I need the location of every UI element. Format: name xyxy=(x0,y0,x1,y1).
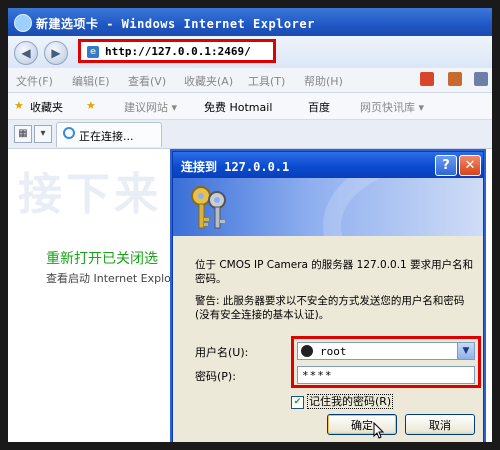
username-label: 用户名(U): xyxy=(195,346,249,359)
browser-frame: 新建选项卡 - Windows Internet Explorer ◀ ▶ e … xyxy=(8,8,492,442)
menu-help[interactable]: 帮助(H) xyxy=(304,73,343,89)
dropdown-icon[interactable]: ▼ xyxy=(457,343,474,359)
dialog-title-bar[interactable]: 连接到 127.0.0.1 ? ✕ xyxy=(173,152,483,178)
page-watermark: 接下来 xyxy=(18,169,162,220)
home-icon[interactable] xyxy=(420,72,434,86)
close-button[interactable]: ✕ xyxy=(459,155,481,176)
page-menu-icon[interactable] xyxy=(474,72,488,86)
tab-list-icon[interactable]: ▾ xyxy=(34,125,52,143)
ie-icon xyxy=(14,14,32,32)
remember-password-label: 记住我的密码(R) xyxy=(307,394,394,409)
mouse-cursor-icon xyxy=(373,422,385,439)
dialog-title: 连接到 127.0.0.1 xyxy=(181,160,290,174)
loading-icon xyxy=(63,127,75,139)
print-icon[interactable] xyxy=(448,72,462,86)
add-favorite-icon[interactable]: ★ xyxy=(86,99,96,112)
auth-message: 位于 CMOS IP Camera 的服务器 127.0.0.1 要求用户名和密… xyxy=(195,259,474,285)
favorites-bar: ★ 收藏夹 ★ 建议网站 ▾ 免费 Hotmail 百度 网页快讯库 ▾ xyxy=(8,93,492,120)
menu-file[interactable]: 文件(F) xyxy=(16,73,53,89)
fav-item-hotmail[interactable]: 免费 Hotmail xyxy=(204,99,272,115)
checkbox-checked-icon[interactable]: ✔ xyxy=(291,395,304,409)
password-field[interactable]: **** xyxy=(297,366,475,384)
auth-warning: 警告: 此服务器要求以不安全的方式发送您的用户名和密码(没有安全连接的基本认证)… xyxy=(195,295,465,321)
keys-icon xyxy=(191,186,226,229)
banner-decoration xyxy=(323,178,483,236)
resume-session-text[interactable]: 查看启动 Internet Explor xyxy=(46,270,175,286)
tab-row: ▦ ▾ 正在连接... xyxy=(8,120,492,149)
window-title: 新建选项卡 - Windows Internet Explorer xyxy=(36,17,315,31)
quick-tabs-icon[interactable]: ▦ xyxy=(14,125,32,143)
username-field[interactable]: root ▼ xyxy=(297,342,475,360)
fav-item-suggested[interactable]: 建议网站 ▾ xyxy=(124,99,177,115)
menu-tools[interactable]: 工具(T) xyxy=(248,73,285,89)
forward-icon[interactable]: ▶ xyxy=(44,41,68,65)
password-value: **** xyxy=(302,369,333,382)
tab-label: 正在连接... xyxy=(79,130,134,143)
fav-item-baidu[interactable]: 百度 xyxy=(308,99,330,115)
remember-password-checkbox[interactable]: ✔ 记住我的密码(R) xyxy=(291,393,394,409)
tab-connecting[interactable]: 正在连接... xyxy=(56,122,162,147)
username-value: root xyxy=(320,345,347,358)
menu-edit[interactable]: 编辑(E) xyxy=(72,73,110,89)
reopen-closed-tabs-link[interactable]: 重新打开已关闭选 xyxy=(46,248,158,268)
back-icon[interactable]: ◀ xyxy=(14,41,38,65)
window-title-bar[interactable]: 新建选项卡 - Windows Internet Explorer xyxy=(8,8,492,36)
password-label: 密码(P): xyxy=(195,370,236,383)
fav-item-webslices[interactable]: 网页快讯库 ▾ xyxy=(360,99,424,115)
address-url: http://127.0.0.1:2469/ xyxy=(105,45,251,58)
menu-bar: 文件(F) 编辑(E) 查看(V) 收藏夹(A) 工具(T) 帮助(H) xyxy=(8,68,492,93)
dialog-banner xyxy=(173,178,483,236)
menu-favorites[interactable]: 收藏夹(A) xyxy=(184,73,233,89)
user-icon xyxy=(301,345,313,357)
auth-dialog: 连接到 127.0.0.1 ? ✕ 位于 CMOS IP Camera 的服务器… xyxy=(172,151,484,442)
star-icon: ★ xyxy=(14,99,24,112)
page-icon: e xyxy=(87,46,99,58)
menu-view[interactable]: 查看(V) xyxy=(128,73,166,89)
help-button[interactable]: ? xyxy=(435,155,457,176)
address-row: ◀ ▶ e http://127.0.0.1:2469/ xyxy=(8,36,492,68)
cancel-button[interactable]: 取消 xyxy=(405,414,475,435)
address-bar[interactable]: e http://127.0.0.1:2469/ xyxy=(78,39,276,63)
favorites-label[interactable]: 收藏夹 xyxy=(30,99,63,115)
